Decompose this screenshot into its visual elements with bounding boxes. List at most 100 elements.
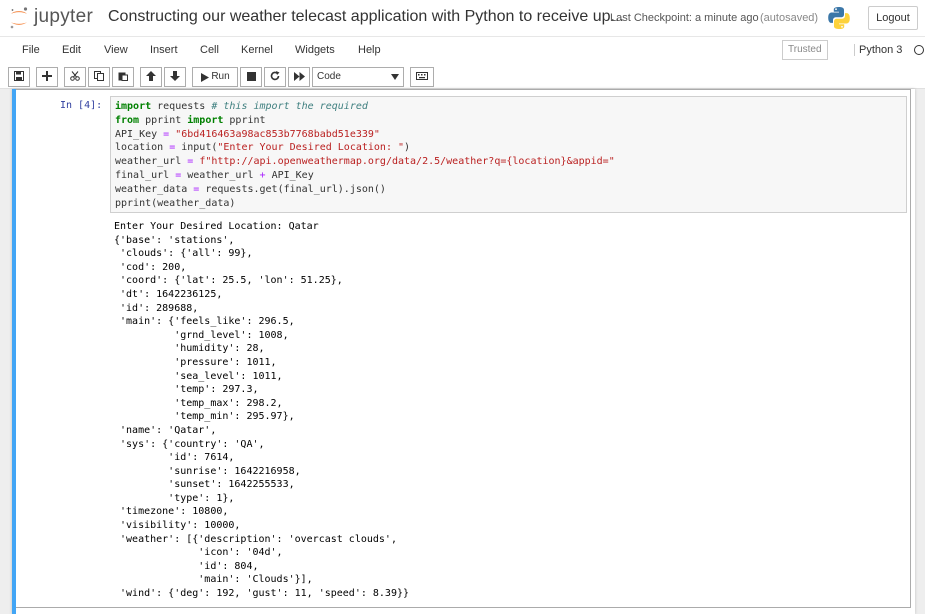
chevron-down-icon <box>391 74 399 80</box>
autosave-status: (autosaved) <box>760 12 819 24</box>
code-token: f"http://api.openweathermap.org/data/2.5… <box>199 156 615 168</box>
code-token: requests <box>151 101 212 112</box>
code-token: pprint <box>139 114 188 126</box>
copy-icon <box>94 71 104 82</box>
paste-button[interactable] <box>112 67 134 87</box>
code-token: pprint(weather_data) <box>115 197 236 209</box>
kernel-name[interactable]: Python 3 <box>854 44 902 56</box>
code-token: input( <box>175 142 218 154</box>
move-down-button[interactable] <box>164 67 186 87</box>
code-token: final_url <box>115 169 176 181</box>
output-line: 'grnd_level': 1008, <box>114 329 289 341</box>
output-line: 'visibility': 10000, <box>114 520 241 532</box>
code-token: API_Key <box>265 169 314 181</box>
menu-kernel[interactable]: Kernel <box>241 44 273 56</box>
checkpoint-status: Last Checkpoint: a minute ago <box>610 12 759 24</box>
output-line: 'icon': '04d', <box>114 547 283 559</box>
output-line: 'timezone': 10800, <box>114 506 229 518</box>
code-token: import <box>187 114 224 126</box>
code-line: from pprint import pprint <box>115 114 902 128</box>
restart-run-all-button[interactable] <box>288 67 310 87</box>
output-line: {'base': 'stations', <box>114 234 235 246</box>
fast-forward-icon <box>293 71 305 81</box>
output-line: 'sunrise': 1642216958, <box>114 465 301 477</box>
output-line: 'sea_level': 1011, <box>114 370 283 382</box>
output-line: 'temp': 297.3, <box>114 384 259 396</box>
jupyter-logo-icon <box>10 7 28 29</box>
menu-insert[interactable]: Insert <box>150 44 178 56</box>
cell-output: Enter Your Desired Location: Qatar {'base… <box>114 220 904 601</box>
code-line: pprint(weather_data) <box>115 197 902 211</box>
menu-edit[interactable]: Edit <box>62 44 81 56</box>
cell-type-value: Code <box>317 71 341 82</box>
trusted-indicator[interactable]: Trusted <box>782 40 828 60</box>
save-icon <box>14 71 24 82</box>
copy-button[interactable] <box>88 67 110 87</box>
code-line: location = input("Enter Your Desired Loc… <box>115 141 902 155</box>
output-line: 'name': 'Qatar', <box>114 424 217 436</box>
paste-icon <box>118 72 128 82</box>
output-line: 'temp_max': 298.2, <box>114 397 283 409</box>
toolbar: Run Code <box>0 63 925 89</box>
move-up-button[interactable] <box>140 67 162 87</box>
arrow-down-icon <box>170 71 180 82</box>
code-token: weather_url <box>181 169 260 181</box>
output-line: 'sunset': 1642255533, <box>114 479 295 491</box>
input-prompt: In [4]: <box>60 100 103 111</box>
keyboard-icon <box>416 72 428 81</box>
code-token: weather_url <box>115 156 188 168</box>
output-line: 'pressure': 1011, <box>114 356 277 368</box>
stop-icon <box>246 71 256 81</box>
plus-icon <box>42 71 52 82</box>
output-line: 'main': {'feels_like': 296.5, <box>114 316 295 328</box>
run-button[interactable]: Run <box>192 67 238 87</box>
cell-type-select[interactable]: Code <box>312 67 404 87</box>
menu-widgets[interactable]: Widgets <box>295 44 335 56</box>
output-line: 'cod': 200, <box>114 261 187 273</box>
code-token: weather_data <box>115 183 194 195</box>
code-token: import <box>115 101 152 112</box>
output-line: 'id': 7614, <box>114 452 235 464</box>
code-line: API_Key = "6bd416463a98ac853b7768babd51e… <box>115 128 902 142</box>
output-line: 'coord': {'lat': 25.5, 'lon': 51.25}, <box>114 275 343 287</box>
menu-help[interactable]: Help <box>358 44 381 56</box>
interrupt-button[interactable] <box>240 67 262 87</box>
menu-file[interactable]: File <box>22 44 40 56</box>
logout-button[interactable]: Logout <box>868 6 918 30</box>
menu-view[interactable]: View <box>104 44 128 56</box>
restart-button[interactable] <box>264 67 286 87</box>
command-palette-button[interactable] <box>410 67 434 87</box>
notebook-title[interactable]: Constructing our weather telecast applic… <box>108 8 624 26</box>
code-token: "6bd416463a98ac853b7768babd51e339" <box>175 128 380 140</box>
output-line: 'clouds': {'all': 99}, <box>114 248 253 260</box>
code-token: from <box>115 114 140 126</box>
cut-button[interactable] <box>64 67 86 87</box>
save-button[interactable] <box>8 67 30 87</box>
output-line: 'weather': [{'description': 'overcast cl… <box>114 533 397 545</box>
scissors-icon <box>70 71 80 82</box>
code-token: location <box>115 142 170 154</box>
output-line: 'wind': {'deg': 192, 'gust': 11, 'speed'… <box>114 588 410 600</box>
output-line: Enter Your Desired Location: Qatar <box>114 221 319 232</box>
output-line: 'dt': 1642236125, <box>114 288 223 300</box>
code-token: requests.get(final_url).json() <box>199 183 386 195</box>
refresh-icon <box>270 71 280 81</box>
code-input[interactable]: import requests # this import the requir… <box>110 96 907 213</box>
code-token: pprint <box>223 114 266 126</box>
notebook-page: In [4]: import requests # this import th… <box>12 89 915 614</box>
insert-cell-button[interactable] <box>36 67 58 87</box>
code-line: weather_data = requests.get(final_url).j… <box>115 183 902 197</box>
run-label: Run <box>211 71 230 82</box>
output-line: 'id': 289688, <box>114 302 199 314</box>
code-token: API_Key <box>115 128 164 140</box>
kernel-idle-icon <box>914 45 924 55</box>
output-line: 'id': 804, <box>114 560 259 572</box>
output-line: 'humidity': 28, <box>114 343 265 355</box>
code-line: weather_url = f"http://api.openweatherma… <box>115 155 902 169</box>
output-line: 'sys': {'country': 'QA', <box>114 438 265 450</box>
code-token: # this import the required <box>211 101 368 112</box>
output-line: 'main': 'Clouds'}], <box>114 574 313 586</box>
menu-cell[interactable]: Cell <box>200 44 219 56</box>
output-line: 'temp_min': 295.97}, <box>114 411 295 423</box>
jupyter-logo[interactable]: jupyter <box>8 6 100 30</box>
